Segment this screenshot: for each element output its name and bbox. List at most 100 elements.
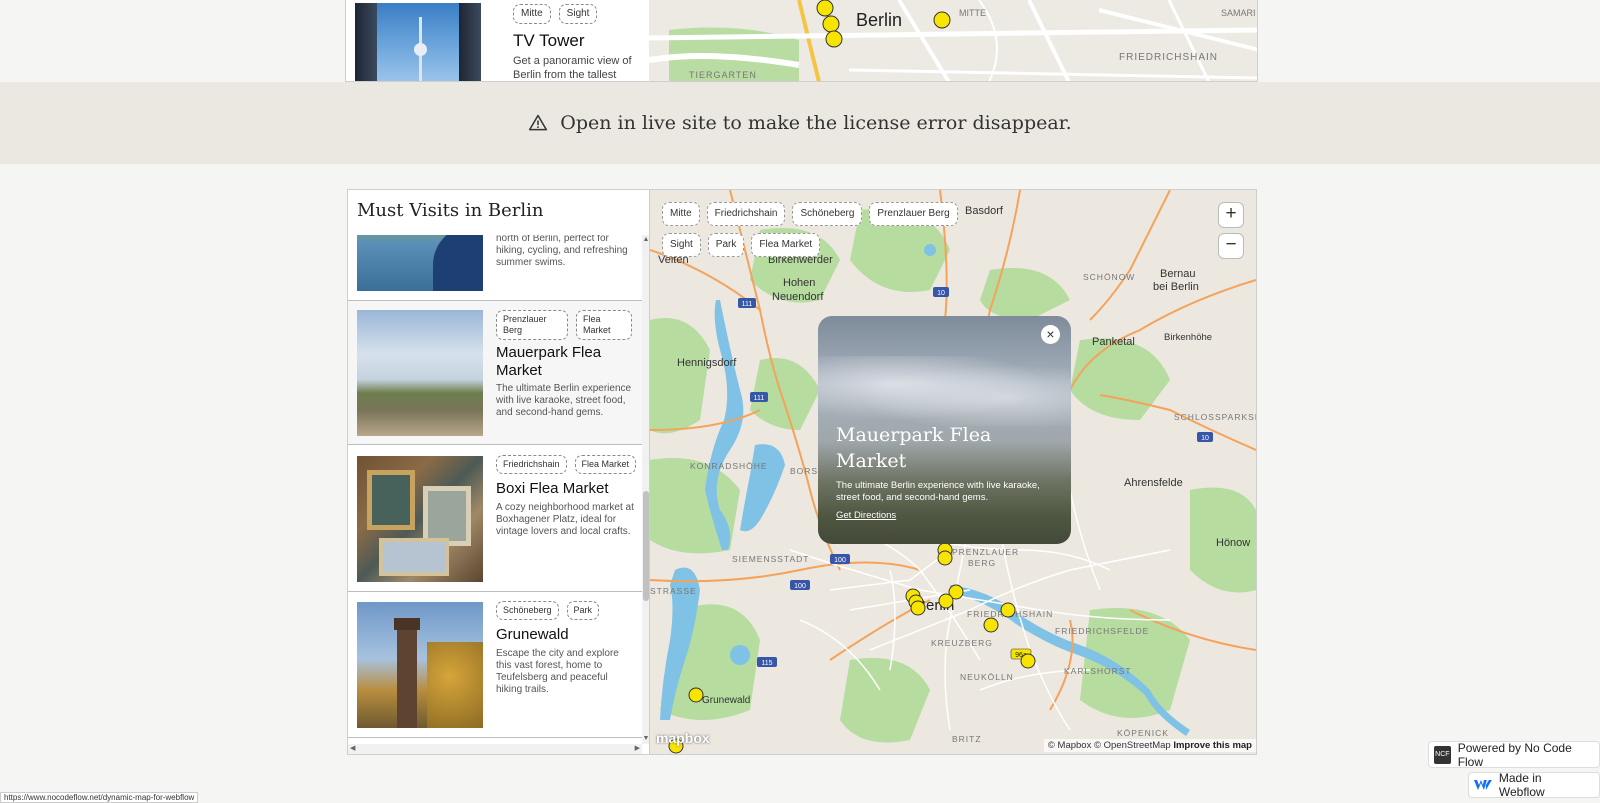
map-label: Hohen <box>783 277 815 289</box>
map-label: Panketal <box>1092 336 1135 348</box>
map-marker[interactable] <box>938 593 954 609</box>
locations-list-panel: Must Visits in Berlin north of Berlin, p… <box>348 190 650 754</box>
scroll-left-arrow-icon[interactable]: ◀ <box>350 744 355 754</box>
attribution-text[interactable]: © Mapbox © OpenStreetMap <box>1048 740 1171 751</box>
list-item-tags: Schöneberg Park <box>496 601 600 620</box>
map-label: Birkenhöhe <box>1164 332 1212 343</box>
map-label: KÖPENICK <box>1117 728 1169 738</box>
map-marker[interactable] <box>822 15 840 33</box>
map-label: Hennigsdorf <box>677 357 737 369</box>
list-item-description: north of Berlin, perfect for hiking, cyc… <box>496 235 628 268</box>
map-marker-boxi[interactable] <box>1000 602 1016 618</box>
location-popup: × Mauerpark Flea Market The ultimate Ber… <box>818 316 1071 544</box>
map-label: Hönow <box>1216 537 1250 549</box>
mapbox-logo[interactable]: mapbox <box>656 730 710 746</box>
map-marker[interactable] <box>816 0 834 17</box>
map-label: Neuendorf <box>772 291 824 303</box>
list-item-boxi[interactable]: Friedrichshain Flea Market Boxi Flea Mar… <box>348 446 643 592</box>
zoom-out-button[interactable]: − <box>1218 233 1244 259</box>
status-bar-url: https://www.nocodeflow.net/dynamic-map-f… <box>0 792 199 803</box>
map-marker[interactable] <box>825 30 843 48</box>
tv-tower-title[interactable]: TV Tower <box>513 31 585 51</box>
list-item[interactable]: north of Berlin, perfect for hiking, cyc… <box>348 235 643 301</box>
scroll-up-arrow-icon[interactable]: ▲ <box>642 235 649 245</box>
scroll-down-arrow-icon[interactable]: ▼ <box>642 734 649 744</box>
list-horizontal-scrollbar[interactable]: ◀ ▶ <box>348 744 642 754</box>
filter-mitte[interactable]: Mitte <box>662 202 700 226</box>
previous-map-widget: Mitte Sight TV Tower Get a panoramic vie… <box>345 0 1258 82</box>
map-label: BRITZ <box>952 734 982 744</box>
map-label: KONRADSHÖHE <box>690 461 768 471</box>
popup-description: The ultimate Berlin experience with live… <box>836 480 1040 503</box>
zoom-in-button[interactable]: + <box>1218 202 1244 228</box>
list-item-mauerpark[interactable]: Prenzlauer Berg Flea Market Mauerpark Fl… <box>348 301 643 445</box>
filter-prenzlauer-berg[interactable]: Prenzlauer Berg <box>869 202 958 226</box>
map-marker[interactable] <box>937 550 953 566</box>
popup-title: Mauerpark Flea Market <box>836 424 992 472</box>
tag: Sight <box>558 4 598 24</box>
tag: Schöneberg <box>496 601 559 620</box>
no-code-flow-logo-icon: NCF <box>1434 745 1451 764</box>
previous-map[interactable]: Berlin TIERGARTEN MITTE FRIEDRICHSHAIN S… <box>649 0 1257 81</box>
road-shield: 115 <box>761 660 772 667</box>
map-marker-grunewald[interactable] <box>688 687 704 703</box>
tag: Park <box>566 601 600 620</box>
tv-tower-image[interactable] <box>355 3 481 81</box>
warning-icon <box>529 114 548 131</box>
get-directions-link[interactable]: Get Directions <box>836 510 896 521</box>
tv-tower-description: Get a panoramic view of Berlin from the … <box>513 55 632 81</box>
map-marker[interactable] <box>933 11 951 29</box>
map-canvas[interactable]: 111 111 10 10 100 100 115 96a Basdorf Bi… <box>650 190 1256 754</box>
list-heading: Must Visits in Berlin <box>357 200 544 221</box>
map-label: Bernau <box>1160 268 1195 280</box>
list-item-tags: Friedrichshain Flea Market <box>496 455 637 474</box>
improve-map-link[interactable]: Improve this map <box>1173 740 1252 751</box>
license-banner: Open in live site to make the license er… <box>0 82 1600 164</box>
filter-friedrichshain[interactable]: Friedrichshain <box>706 202 786 226</box>
map-label: STRASSE <box>650 586 697 596</box>
filter-flea-market[interactable]: Flea Market <box>751 233 821 257</box>
map-marker[interactable] <box>910 600 926 616</box>
road-shield: 100 <box>834 557 846 564</box>
tag: Friedrichshain <box>496 455 567 474</box>
tv-tower-tags: Mitte Sight <box>513 4 598 24</box>
map-attribution: © Mapbox © OpenStreetMap Improve this ma… <box>1043 739 1256 752</box>
map-label: NEUKÖLLN <box>960 672 1014 682</box>
made-in-webflow-badge[interactable]: Made in Webflow <box>1468 771 1600 799</box>
no-code-flow-badge[interactable]: NCF Powered by No Code Flow <box>1428 740 1600 769</box>
list-item-title: Grunewald <box>496 626 569 643</box>
scroll-thumb[interactable] <box>643 491 649 601</box>
map-label: SIEMENSSTADT <box>732 554 810 564</box>
close-popup-icon[interactable]: × <box>1041 325 1060 344</box>
road-shield: 10 <box>1201 435 1209 442</box>
filter-park[interactable]: Park <box>707 233 745 257</box>
previous-list-panel: Mitte Sight TV Tower Get a panoramic vie… <box>346 0 649 81</box>
map-label: BORSI <box>790 466 821 476</box>
tag: Flea Market <box>574 455 637 474</box>
road-shield: 111 <box>754 395 765 402</box>
map-marker[interactable] <box>1020 653 1036 669</box>
badge-label: Powered by No Code Flow <box>1457 740 1572 769</box>
map-label: Grunewald <box>702 695 750 706</box>
scroll-right-arrow-icon[interactable]: ▶ <box>635 744 640 754</box>
filter-schoeneberg[interactable]: Schöneberg <box>792 202 863 226</box>
list-item-image <box>357 310 483 436</box>
previous-map-canvas: Berlin TIERGARTEN MITTE FRIEDRICHSHAIN S… <box>649 0 1257 81</box>
list-item-description: Escape the city and explore this vast fo… <box>496 648 619 695</box>
map-label: SCHÖNOW <box>1083 272 1135 282</box>
map-marker[interactable] <box>983 617 999 633</box>
filter-sight[interactable]: Sight <box>662 233 701 257</box>
list-item-image <box>357 235 483 291</box>
tag: Mitte <box>513 4 551 24</box>
banner-text: Open in live site to make the license er… <box>560 112 1072 134</box>
tag: Prenzlauer Berg <box>496 310 568 340</box>
list-item-tags: Prenzlauer Berg Flea Market <box>496 310 632 340</box>
list-scrollbar[interactable]: ▲ ▼ <box>642 235 649 744</box>
category-filters: Mitte Friedrichshain Schöneberg Prenzlau… <box>662 202 962 257</box>
list-item-title: Mauerpark Flea Market <box>496 344 602 379</box>
map-label: Ahrensfelde <box>1124 477 1183 489</box>
list-item-description: A cozy neighborhood market at Boxhagener… <box>496 502 634 537</box>
list-item-grunewald[interactable]: Schöneberg Park Grunewald Escape the cit… <box>348 592 643 738</box>
map-label: bei Berlin <box>1153 281 1199 293</box>
locations-list[interactable]: north of Berlin, perfect for hiking, cyc… <box>348 235 643 744</box>
